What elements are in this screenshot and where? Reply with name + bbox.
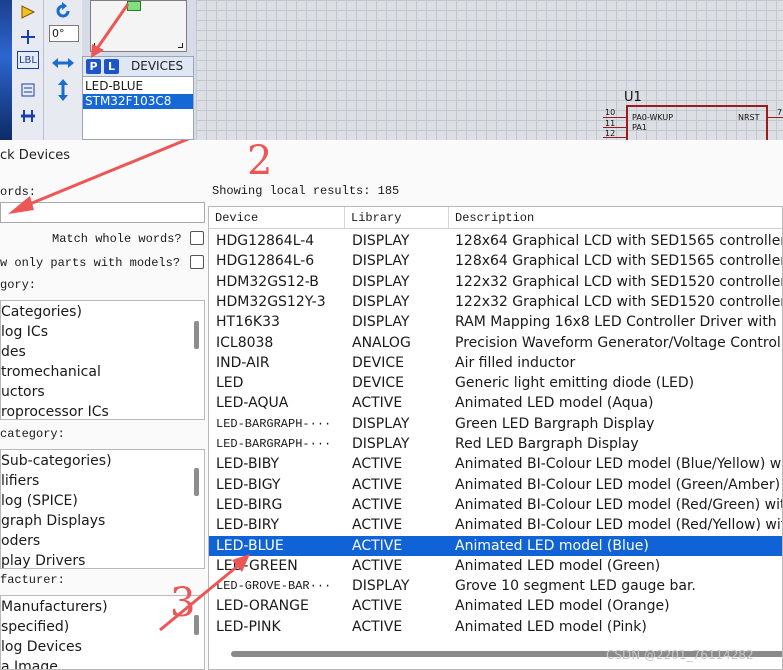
pick-devices-dialog: ck Devices ords: Match whole words? w on… xyxy=(0,138,783,670)
watermark: CSDN @2201_76114282 xyxy=(606,648,754,662)
annotation-step-2: 2 xyxy=(247,138,273,184)
annotation-arrow-top xyxy=(91,3,130,58)
annotation-step-3: 3 xyxy=(170,580,196,626)
annotation-arrows xyxy=(8,140,250,632)
arrow-to-keywords xyxy=(19,140,190,210)
arrow-head xyxy=(8,196,34,214)
arrow-to-p-button xyxy=(94,3,130,51)
